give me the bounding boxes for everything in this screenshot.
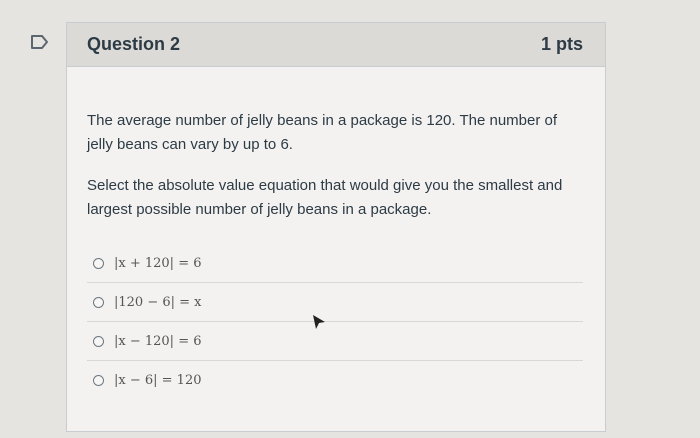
question-card: Question 2 1 pts The average number of j… bbox=[66, 22, 606, 432]
answer-option-3[interactable]: |x − 120| = 6 bbox=[87, 321, 583, 360]
question-instruction: Select the absolute value equation that … bbox=[87, 177, 563, 218]
answer-label: |120 − 6| = x bbox=[114, 294, 202, 310]
question-text: The average number of jelly beans in a p… bbox=[87, 112, 558, 153]
answer-label: |x − 6| = 120 bbox=[114, 372, 202, 388]
question-body: The average number of jelly beans in a p… bbox=[67, 67, 605, 399]
flag-question-icon[interactable] bbox=[30, 34, 50, 50]
radio-icon[interactable] bbox=[93, 257, 104, 269]
answer-option-1[interactable]: |x + 120| = 6 bbox=[87, 244, 583, 282]
answer-option-2[interactable]: |120 − 6| = x bbox=[87, 282, 583, 321]
radio-icon[interactable] bbox=[93, 296, 104, 308]
answer-option-4[interactable]: |x − 6| = 120 bbox=[87, 360, 583, 399]
answer-list: |x + 120| = 6 |120 − 6| = x |x − 120| = … bbox=[87, 244, 583, 399]
answer-label: |x − 120| = 6 bbox=[114, 333, 202, 349]
mouse-cursor-icon bbox=[313, 315, 325, 329]
question-header: Question 2 1 pts bbox=[67, 23, 605, 67]
question-title: Question 2 bbox=[87, 34, 181, 54]
question-points: 1 pts bbox=[540, 34, 583, 54]
radio-icon[interactable] bbox=[93, 335, 104, 347]
radio-icon[interactable] bbox=[93, 374, 104, 386]
answer-label: |x + 120| = 6 bbox=[114, 255, 202, 271]
